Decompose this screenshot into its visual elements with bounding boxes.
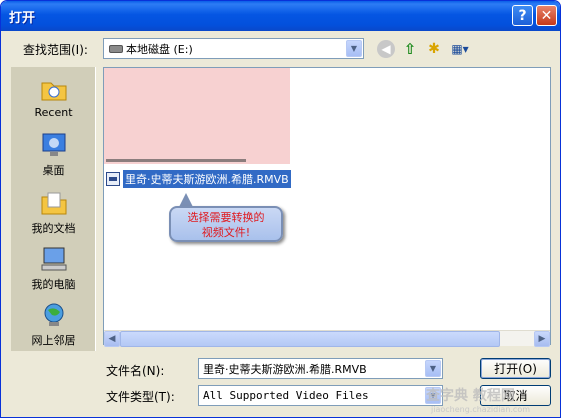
window-title: 打开 (9, 11, 36, 26)
place-label-recent: Recent (34, 106, 73, 119)
file-type-value: All Supported Video Files (203, 389, 369, 402)
place-label-network: 网上邻居 (31, 334, 76, 347)
local-disk-icon (109, 45, 123, 53)
callout-line-2: 视频文件! (201, 226, 251, 239)
file-name-text: 里奇·史蒂夫斯游欧洲.希腊.RMVB (123, 170, 291, 188)
file-type-dropdown[interactable]: All Supported Video Files ▼ (198, 385, 443, 406)
places-bar: Recent 桌面 我的文档 我的电脑 网上邻居 (11, 67, 96, 351)
file-type-label: 文件类型(T): (106, 390, 175, 404)
chevron-down-icon[interactable]: ▼ (346, 40, 362, 57)
video-file-icon (106, 172, 120, 186)
new-folder-icon[interactable]: ✱ (425, 40, 443, 58)
open-button[interactable]: 打开(O) (480, 358, 551, 379)
chevron-down-icon[interactable]: ▼ (425, 360, 441, 377)
horizontal-scrollbar[interactable]: ◀ ▶ (104, 330, 550, 347)
list-item[interactable]: 里奇·史蒂夫斯游欧洲.希腊.RMVB (106, 170, 291, 188)
place-label-my-computer: 我的电脑 (31, 278, 76, 291)
redacted-region (104, 68, 290, 164)
look-in-value: 本地磁盘 (E:) (126, 42, 193, 56)
look-in-dropdown[interactable]: 本地磁盘 (E:) ▼ (103, 38, 364, 59)
list-item-partial[interactable] (106, 156, 246, 162)
watermark-url: jiaocheng.chazidian.com (431, 405, 531, 414)
file-name-value[interactable]: 里奇·史蒂夫斯游欧洲.希腊.RMVB (203, 361, 367, 377)
close-button[interactable]: ✕ (536, 5, 557, 26)
close-icon: ✕ (540, 7, 553, 24)
my-computer-icon (41, 247, 66, 271)
view-menu-icon[interactable]: ▦▾ (449, 40, 471, 58)
network-icon (44, 303, 63, 326)
scroll-right-icon[interactable]: ▶ (534, 331, 550, 347)
back-icon[interactable]: ◀ (377, 40, 395, 58)
place-network[interactable]: 网上邻居 (11, 301, 96, 348)
up-folder-icon[interactable]: ⇧ (401, 40, 419, 58)
scroll-thumb[interactable] (120, 331, 500, 347)
instruction-callout: 选择需要转换的 视频文件! (169, 206, 283, 242)
watermark-text: 查字典 教程网 (426, 388, 515, 404)
callout-line-1: 选择需要转换的 (187, 211, 265, 224)
place-recent[interactable]: Recent (11, 75, 96, 119)
open-file-dialog: 打开 ? ✕ 查找范围(I): 本地磁盘 (E:) ▼ ◀ ⇧ ✱ ▦▾ Rec… (0, 0, 561, 418)
title-bar[interactable]: 打开 ? ✕ (1, 1, 560, 31)
desktop-icon (42, 133, 65, 156)
recent-folder-icon (41, 82, 66, 101)
place-my-documents[interactable]: 我的文档 (11, 189, 96, 236)
my-documents-icon (41, 192, 66, 215)
file-list[interactable]: 里奇·史蒂夫斯游欧洲.希腊.RMVB (103, 67, 551, 345)
file-name-label: 文件名(N): (106, 364, 165, 378)
callout-pointer (179, 193, 193, 207)
place-label-my-documents: 我的文档 (31, 222, 76, 235)
help-button[interactable]: ? (512, 5, 533, 26)
scroll-left-icon[interactable]: ◀ (104, 331, 120, 347)
help-icon: ? (518, 7, 527, 24)
file-name-field[interactable]: 里奇·史蒂夫斯游欧洲.希腊.RMVB ▼ (198, 358, 443, 379)
place-label-desktop: 桌面 (42, 164, 65, 177)
place-desktop[interactable]: 桌面 (11, 131, 96, 178)
place-my-computer[interactable]: 我的电脑 (11, 245, 96, 292)
look-in-label: 查找范围(I): (23, 43, 88, 57)
